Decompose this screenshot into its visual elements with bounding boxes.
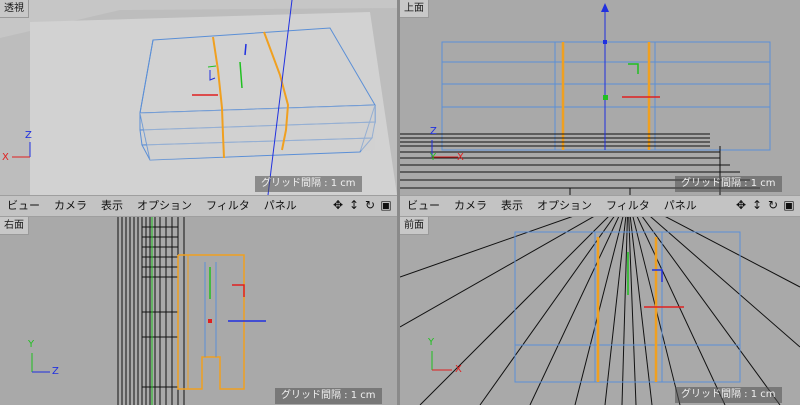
axis-z-label: Z <box>430 126 437 137</box>
axis-y-label: Y <box>430 152 437 163</box>
grid-spacing-label: グリッド間隔 : 1 cm <box>275 388 382 404</box>
viewport-divider[interactable] <box>397 0 400 405</box>
viewport-perspective[interactable]: Z X 透視 グリッド間隔 : 1 cm <box>0 0 397 195</box>
menu-options[interactable]: オプション <box>530 196 599 216</box>
menu-camera[interactable]: カメラ <box>47 196 94 216</box>
menu-filter[interactable]: フィルタ <box>199 196 257 216</box>
axis-z-label: Z <box>52 366 59 377</box>
right-canvas <box>31 217 266 405</box>
viewport-top[interactable]: Z Y X 上面 グリッド間隔 : 1 cm <box>400 0 800 195</box>
grid-spacing-label: グリッド間隔 : 1 cm <box>675 387 782 403</box>
viewport-label: 上面 <box>400 0 429 18</box>
zoom-view-icon[interactable]: ↕ <box>347 198 361 213</box>
menu-view[interactable]: ビュー <box>0 196 47 216</box>
grid-spacing-label: グリッド間隔 : 1 cm <box>675 176 782 192</box>
grid-spacing-label: グリッド間隔 : 1 cm <box>255 176 362 192</box>
menu-filter[interactable]: フィルタ <box>599 196 657 216</box>
zoom-view-icon[interactable]: ↕ <box>750 198 764 213</box>
top-canvas <box>400 3 771 195</box>
front-canvas <box>400 217 800 405</box>
menu-panel[interactable]: パネル <box>657 196 704 216</box>
axis-y-label: Y <box>28 339 35 350</box>
menu-display[interactable]: 表示 <box>94 196 130 216</box>
axis-x-label: X <box>455 364 462 375</box>
menu-camera[interactable]: カメラ <box>447 196 494 216</box>
viewport-label: 前面 <box>400 217 429 235</box>
viewport-menubar-left: ビュー カメラ 表示 オプション フィルタ パネル ✥ ↕ ↻ ▣ <box>0 195 397 217</box>
viewport-right[interactable]: Y Z 右面 グリッド間隔 : 1 cm <box>0 217 397 405</box>
toggle-layout-icon[interactable]: ▣ <box>782 198 796 213</box>
move-view-icon[interactable]: ✥ <box>734 198 748 213</box>
menu-display[interactable]: 表示 <box>494 196 530 216</box>
rotate-view-icon[interactable]: ↻ <box>363 198 377 213</box>
menu-panel[interactable]: パネル <box>257 196 304 216</box>
perspective-canvas <box>0 0 397 195</box>
rotate-view-icon[interactable]: ↻ <box>766 198 780 213</box>
viewport-label: 右面 <box>0 217 29 235</box>
axis-z-label: Z <box>25 130 32 141</box>
toggle-layout-icon[interactable]: ▣ <box>379 198 393 213</box>
move-view-icon[interactable]: ✥ <box>331 198 345 213</box>
menu-options[interactable]: オプション <box>130 196 199 216</box>
viewport-label: 透視 <box>0 0 29 18</box>
menu-view[interactable]: ビュー <box>400 196 447 216</box>
axis-x-label: X <box>2 152 9 163</box>
viewport-front[interactable]: Y X 前面 グリッド間隔 : 1 cm <box>400 217 800 405</box>
viewport-menubar-right: ビュー カメラ 表示 オプション フィルタ パネル ✥ ↕ ↻ ▣ <box>400 195 800 217</box>
axis-y-label: Y <box>428 337 435 348</box>
axis-x-label: X <box>457 152 464 163</box>
